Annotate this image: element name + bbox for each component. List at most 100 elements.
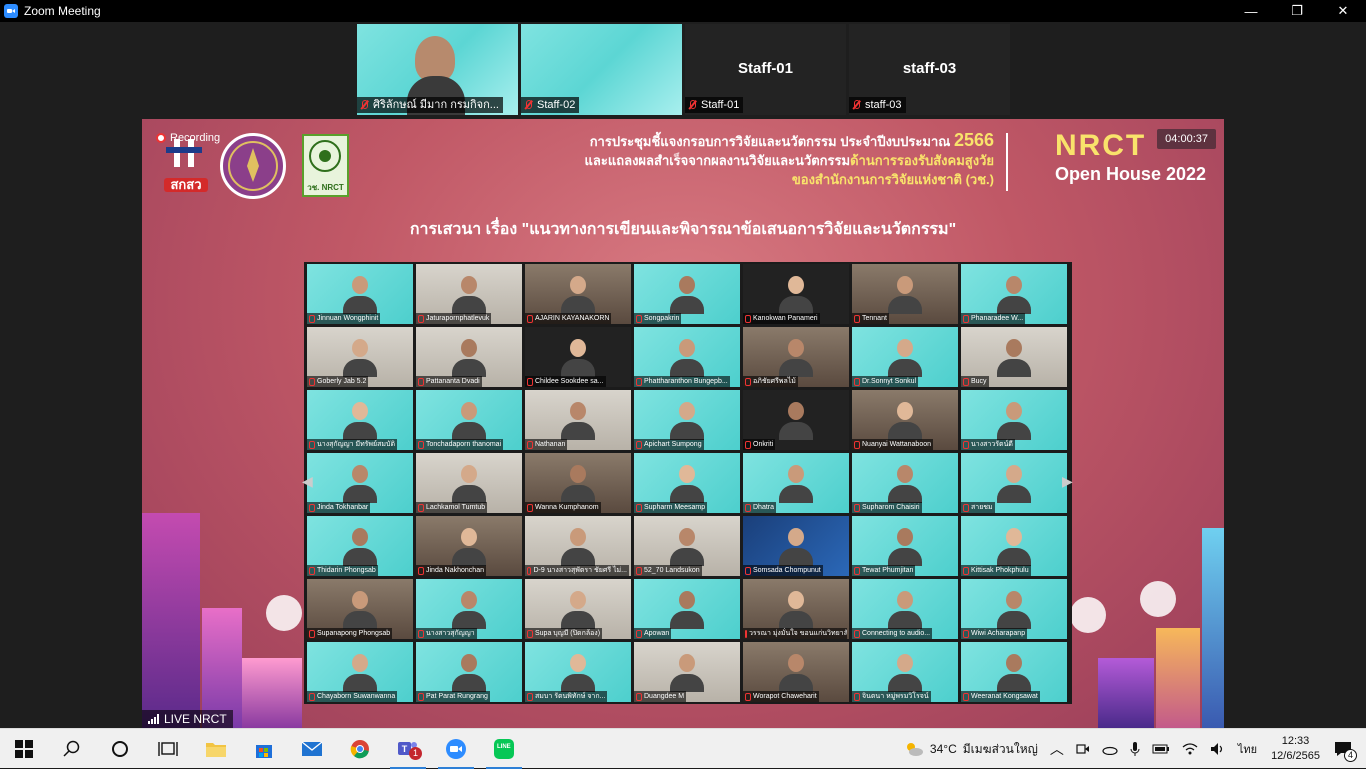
gallery-tile[interactable]: Wanna Kumphanom [525, 453, 631, 513]
windows-taskbar: T 1 LINE 34°C มีเมฆส่วนใหญ่ ︿ ไทย 12:33 … [0, 728, 1366, 769]
action-center-button[interactable]: 4 [1334, 741, 1357, 762]
gallery-tile[interactable]: Connecting to audio... [852, 579, 958, 639]
gallery-tile[interactable]: Supa บุญมี (ปิดกล้อง) [525, 579, 631, 639]
gallery-tile[interactable]: D-9 นางสาวสุพัตรา ชัยศรี ไม่... [525, 516, 631, 576]
meet-now-icon[interactable] [1076, 742, 1090, 756]
participant-name: AJARIN KAYANAKORN [525, 313, 612, 324]
store-button[interactable] [240, 729, 288, 769]
participant-name: Jaturapornphatlevuk [416, 313, 492, 324]
participant-video [670, 400, 704, 440]
gallery-tile[interactable]: Pat Parat Rungrang [416, 642, 522, 702]
chrome-button[interactable] [336, 729, 384, 769]
gallery-tile[interactable]: Goberly Jab 5.2 [307, 327, 413, 387]
wifi-icon[interactable] [1182, 742, 1198, 756]
onedrive-icon[interactable] [1102, 743, 1118, 755]
gallery-tile[interactable]: Jinda Nakhonchan [416, 516, 522, 576]
task-view-button[interactable] [144, 729, 192, 769]
input-language[interactable]: ไทย [1238, 740, 1257, 758]
gallery-tile[interactable]: นางสาวรัตน์ดี [961, 390, 1067, 450]
gallery-tile[interactable]: Thidarin Phongsab [307, 516, 413, 576]
gallery-tile[interactable]: Jaturapornphatlevuk [416, 264, 522, 324]
line-button[interactable]: LINE [480, 729, 528, 769]
participant-thumbnail[interactable]: staff-03 staff-03 [849, 24, 1010, 115]
gallery-tile[interactable]: Songpakrin [634, 264, 740, 324]
gallery-tile[interactable]: Jinnuan Wongphinit [307, 264, 413, 324]
live-label: LIVE NRCT [164, 712, 227, 726]
gallery-tile[interactable]: นางสาวสุกัญญา [416, 579, 522, 639]
gallery-tile[interactable]: Wiwi Acharapanp [961, 579, 1067, 639]
participant-video [452, 337, 486, 377]
gallery-tile[interactable]: Tennant [852, 264, 958, 324]
gallery-tile[interactable]: Kanokwan Panameri [743, 264, 849, 324]
participant-thumbnail[interactable]: ศิริลักษณ์ มีมาก กรมกิจก... [357, 24, 518, 115]
show-hidden-icons-button[interactable]: ︿ [1050, 739, 1064, 759]
nrct-logo-text: วช. NRCT [307, 183, 344, 192]
taskbar-clock[interactable]: 12:33 12/6/2565 [1271, 734, 1320, 764]
battery-icon[interactable] [1152, 743, 1170, 755]
gallery-tile[interactable]: 52_70 Landsukon [634, 516, 740, 576]
participant-thumbnail[interactable]: Staff-01 Staff-01 [685, 24, 846, 115]
gallery-tile[interactable]: Worapot Chaweharit [743, 642, 849, 702]
participant-name: Phanaradee W... [961, 313, 1026, 324]
gallery-tile[interactable]: นางสุกัญญา มีทรัพย์สมบัติ [307, 390, 413, 450]
gallery-tile[interactable]: Tonchadaporn thanomai [416, 390, 522, 450]
gallery-tile[interactable]: Nuanyai Wattanaboon [852, 390, 958, 450]
gallery-tile[interactable]: อภิชัยศรีพลไม้ [743, 327, 849, 387]
participant-thumbnail[interactable]: Staff-02 [521, 24, 682, 115]
gallery-next-arrow-icon[interactable]: ▶ [1062, 473, 1073, 493]
teams-button[interactable]: T 1 [384, 729, 432, 769]
participant-video [997, 337, 1031, 377]
minimize-button[interactable]: — [1228, 0, 1274, 22]
microphone-icon[interactable] [1130, 741, 1140, 757]
gallery-tile[interactable]: Pattananta Dvadi [416, 327, 522, 387]
gallery-tile[interactable]: Dr.Sonnyt Sonkul [852, 327, 958, 387]
gallery-tile[interactable]: Somsada Chompunut [743, 516, 849, 576]
cortana-button[interactable] [96, 729, 144, 769]
live-stream-badge[interactable]: LIVE NRCT [142, 710, 233, 728]
mail-button[interactable] [288, 729, 336, 769]
participant-name: Kanokwan Panameri [743, 313, 820, 324]
gallery-tile[interactable]: Phattharanthon Bungepb... [634, 327, 740, 387]
gallery-tile[interactable]: Chayaborn Suwanwanna [307, 642, 413, 702]
gallery-prev-arrow-icon[interactable]: ◀ [302, 473, 313, 493]
search-button[interactable] [48, 729, 96, 769]
file-explorer-button[interactable] [192, 729, 240, 769]
gallery-tile[interactable]: สายชม [961, 453, 1067, 513]
participant-video [452, 526, 486, 566]
volume-icon[interactable] [1210, 742, 1226, 756]
start-button[interactable] [0, 729, 48, 769]
gallery-tile[interactable]: Dhatra [743, 453, 849, 513]
decor-emblem-icon [1140, 581, 1176, 617]
gallery-tile[interactable]: Lachkamol Tumtub [416, 453, 522, 513]
gallery-tile[interactable]: Kittisak Phokphulu [961, 516, 1067, 576]
participant-name: Supanapong Phongsab [307, 628, 393, 639]
muted-mic-icon [851, 99, 861, 111]
gallery-tile[interactable]: Jinda Tokhanbar [307, 453, 413, 513]
gallery-tile[interactable]: วรรณา มุ่งมั่นใจ ขอนแก่นวิทยาลัย [743, 579, 849, 639]
gallery-tile[interactable]: Apowan [634, 579, 740, 639]
gallery-tile[interactable]: Tewat Phumjitan [852, 516, 958, 576]
close-button[interactable]: ✕ [1320, 0, 1366, 22]
gallery-tile[interactable]: สมบา รัตนพิทักษ์ จาก... [525, 642, 631, 702]
gallery-tile[interactable]: Apichart Sumpong [634, 390, 740, 450]
participant-video [670, 337, 704, 377]
gallery-tile[interactable]: Duangdee M [634, 642, 740, 702]
participant-name: Pat Parat Rungrang [416, 691, 490, 702]
gallery-tile[interactable]: Weeranat Kongsawat [961, 642, 1067, 702]
participant-name: Supa บุญมี (ปิดกล้อง) [525, 628, 603, 639]
zoom-taskbar-button[interactable] [432, 729, 480, 769]
participant-video [888, 274, 922, 314]
gallery-tile[interactable]: AJARIN KAYANAKORN [525, 264, 631, 324]
gallery-tile[interactable]: Onkriti [743, 390, 849, 450]
gallery-tile[interactable]: Childee Sookdee sa... [525, 327, 631, 387]
gallery-tile[interactable]: Bucy [961, 327, 1067, 387]
restore-button[interactable]: ❐ [1274, 0, 1320, 22]
gallery-tile[interactable]: จินตนา หมู่พรมวิโรจน์ [852, 642, 958, 702]
ministry-seal-logo [220, 133, 286, 199]
gallery-tile[interactable]: Supharom Chaisiri [852, 453, 958, 513]
gallery-tile[interactable]: Nathanan [525, 390, 631, 450]
gallery-tile[interactable]: Supharm Meesamp [634, 453, 740, 513]
gallery-tile[interactable]: Supanapong Phongsab [307, 579, 413, 639]
gallery-tile[interactable]: Phanaradee W... [961, 264, 1067, 324]
weather-widget[interactable]: 34°C มีเมฆส่วนใหญ่ [904, 740, 1038, 759]
